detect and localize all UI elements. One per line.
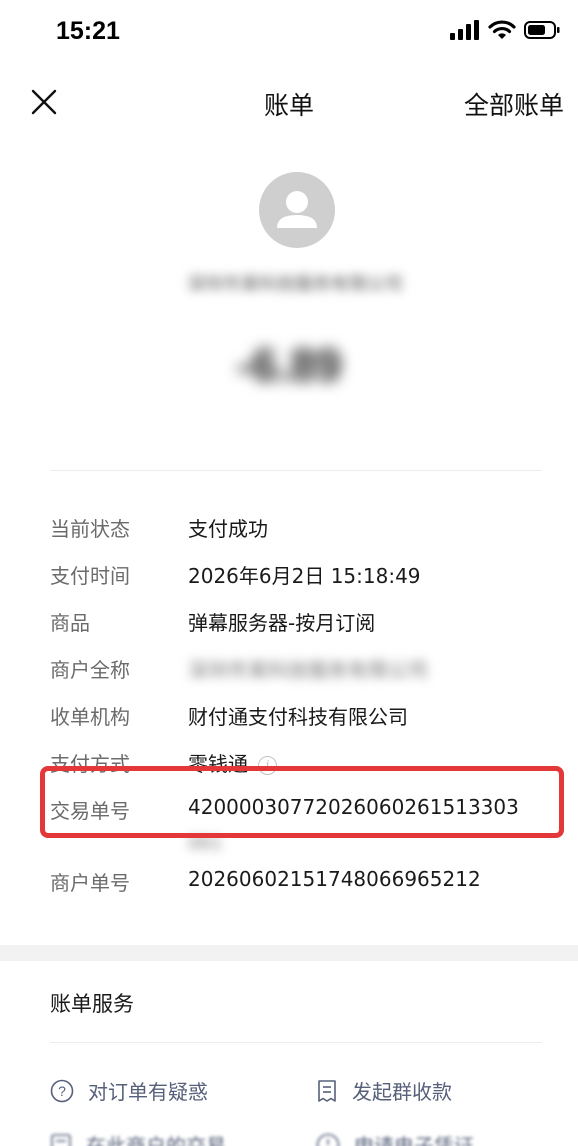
service-e-voucher[interactable]: 申请电子凭证 (316, 1130, 474, 1146)
detail-label: 商户单号 (50, 871, 130, 895)
service-label: 在此商户的交易 (86, 1134, 226, 1146)
all-bills-link[interactable]: 全部账单 (464, 86, 564, 122)
services-title: 账单服务 (50, 992, 134, 1016)
avatar (259, 172, 335, 248)
service-label: 对订单有疑惑 (88, 1080, 208, 1104)
signal-icon (450, 20, 479, 40)
detail-row-status: 当前状态 支付成功 (50, 505, 550, 545)
receipt-icon (318, 1079, 336, 1102)
detail-label: 当前状态 (50, 517, 130, 541)
detail-row-merchant: 商户全称 深圳市某科技服务有限公司 (50, 646, 550, 686)
battery-icon (524, 21, 560, 39)
detail-value: 深圳市某科技服务有限公司 (188, 658, 428, 682)
detail-label: 收单机构 (50, 705, 130, 729)
section-separator (0, 945, 578, 961)
detail-row-acquirer: 收单机构 财付通支付科技有限公司 (50, 693, 550, 733)
service-label: 申请电子凭证 (354, 1134, 474, 1146)
status-bar: 15:21 (0, 0, 578, 66)
detail-row-goods: 商品 弹幕服务器-按月订阅 (50, 599, 550, 639)
detail-value: 弹幕服务器-按月订阅 (188, 611, 376, 635)
highlight-box (40, 766, 564, 838)
status-icons (450, 20, 560, 40)
nav-bar: 账单 全部账单 (0, 72, 578, 132)
wifi-icon (488, 20, 516, 39)
detail-row-time: 支付时间 2026年6月2日 15:18:49 (50, 552, 550, 592)
service-merchant-trades[interactable]: 在此商户的交易 (50, 1130, 226, 1146)
service-order-question[interactable]: ? 对订单有疑惑 (50, 1076, 208, 1105)
detail-value: 支付成功 (188, 517, 268, 541)
detail-value: 财付通支付科技有限公司 (188, 705, 408, 729)
detail-label: 商户全称 (50, 658, 130, 682)
detail-label: 商品 (50, 611, 90, 635)
divider (50, 1042, 542, 1043)
user-icon (277, 191, 317, 228)
detail-value: 2026年6月2日 15:18:49 (188, 564, 421, 588)
bill-amount: -6.89 (236, 339, 342, 391)
list-icon (51, 1133, 71, 1146)
status-time: 15:21 (56, 17, 120, 45)
detail-label: 支付时间 (50, 564, 130, 588)
service-label: 发起群收款 (352, 1080, 452, 1104)
merchant-name: 深圳市某科技服务有限公司 (187, 274, 403, 295)
service-group-collect[interactable]: 发起群收款 (316, 1076, 452, 1105)
merchant-order-value[interactable]: 20260602151748066965212 (188, 867, 481, 891)
svg-text:?: ? (58, 1083, 66, 1099)
question-circle-icon: ? (50, 1079, 74, 1102)
detail-row-merchant-order: 商户单号 20260602151748066965212 (50, 859, 550, 899)
divider (50, 470, 542, 471)
clock-icon (316, 1133, 340, 1146)
